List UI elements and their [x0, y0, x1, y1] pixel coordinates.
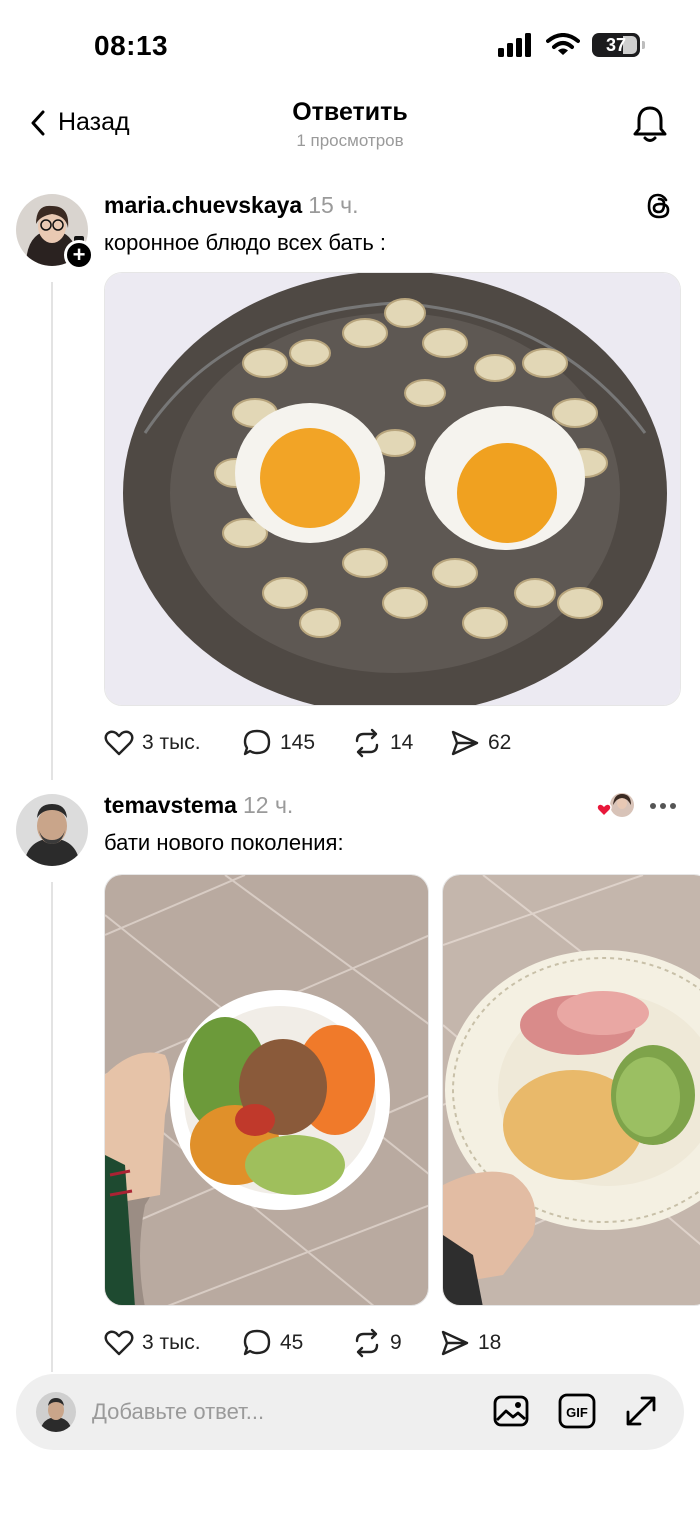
heart-icon [104, 1330, 134, 1356]
wifi-icon [546, 33, 580, 55]
repost-count: 9 [390, 1331, 402, 1354]
bell-icon [633, 106, 667, 142]
repost-button[interactable]: 9 [352, 1328, 440, 1358]
username[interactable]: maria.chuevskaya [104, 192, 302, 218]
gif-icon: GIF [558, 1393, 596, 1429]
send-icon [441, 1330, 469, 1356]
comment-count: 145 [280, 731, 316, 754]
like-button[interactable]: 3 тыс. [104, 1329, 242, 1357]
post-author[interactable]: temavstema 12 ч. [104, 792, 293, 819]
gif-label: GIF [566, 1405, 588, 1420]
status-bar: 08:13 37 [0, 0, 700, 90]
battery-icon: 37 [592, 33, 645, 57]
expand-icon [626, 1396, 656, 1426]
comment-button[interactable]: 45 [242, 1328, 352, 1358]
more-options-icon[interactable] [650, 802, 676, 810]
like-count: 3 тыс. [142, 731, 201, 754]
gif-button[interactable]: GIF [558, 1392, 596, 1435]
share-button[interactable]: 62 [450, 729, 511, 757]
comment-icon [243, 729, 271, 756]
post-actions: 3 тыс. 145 14 62 [104, 728, 511, 758]
post-time: 12 ч. [242, 792, 294, 818]
post-image-1[interactable] [104, 874, 429, 1306]
like-button[interactable]: 3 тыс. [104, 729, 242, 757]
comment-icon [243, 1329, 271, 1356]
share-count: 62 [488, 731, 512, 754]
reply-input[interactable] [92, 1392, 392, 1432]
thread-line [51, 282, 53, 780]
repost-count: 14 [390, 731, 414, 754]
heart-badge-icon [596, 803, 612, 818]
repost-icon [355, 728, 379, 758]
header-center: Ответить 1 просмотров [0, 98, 700, 151]
post-text: бати нового поколения: [104, 830, 344, 855]
post-time: 15 ч. [308, 192, 359, 218]
post-author[interactable]: maria.chuevskaya 15 ч. [104, 192, 359, 219]
thread-line [51, 882, 53, 1372]
status-time: 08:13 [94, 30, 169, 61]
post-text: коронное блюдо всех бать : [104, 230, 387, 255]
share-button[interactable]: 18 [440, 1329, 501, 1357]
threads-logo-icon[interactable] [646, 192, 672, 220]
cellular-signal-icon [498, 33, 531, 57]
image-icon [493, 1395, 529, 1427]
post-actions: 3 тыс. 45 9 18 [104, 1328, 501, 1358]
like-count: 3 тыс. [142, 1331, 201, 1354]
header: Назад Ответить 1 просмотров [0, 90, 700, 170]
view-count: 1 просмотров [296, 131, 404, 150]
send-icon [451, 730, 479, 756]
post-image[interactable] [104, 272, 681, 706]
reply-avatar [36, 1392, 76, 1432]
repost-icon [355, 1328, 379, 1358]
page-title: Ответить [292, 98, 408, 126]
follow-button[interactable]: + [64, 240, 94, 270]
avatar[interactable] [16, 794, 88, 866]
comment-count: 45 [280, 1331, 304, 1354]
liked-by-indicator[interactable] [596, 792, 636, 820]
share-count: 18 [478, 1331, 502, 1354]
battery-level: 37 [605, 34, 627, 55]
repost-button[interactable]: 14 [352, 728, 450, 758]
heart-icon [104, 730, 134, 756]
post-image-2[interactable] [442, 874, 700, 1306]
attach-image-button[interactable] [492, 1392, 530, 1435]
comment-button[interactable]: 145 [242, 728, 352, 758]
expand-button[interactable] [622, 1392, 660, 1435]
status-indicators: 37 [498, 33, 645, 57]
username[interactable]: temavstema [104, 792, 237, 818]
reply-bar: GIF [16, 1374, 684, 1450]
notifications-button[interactable] [632, 104, 668, 149]
